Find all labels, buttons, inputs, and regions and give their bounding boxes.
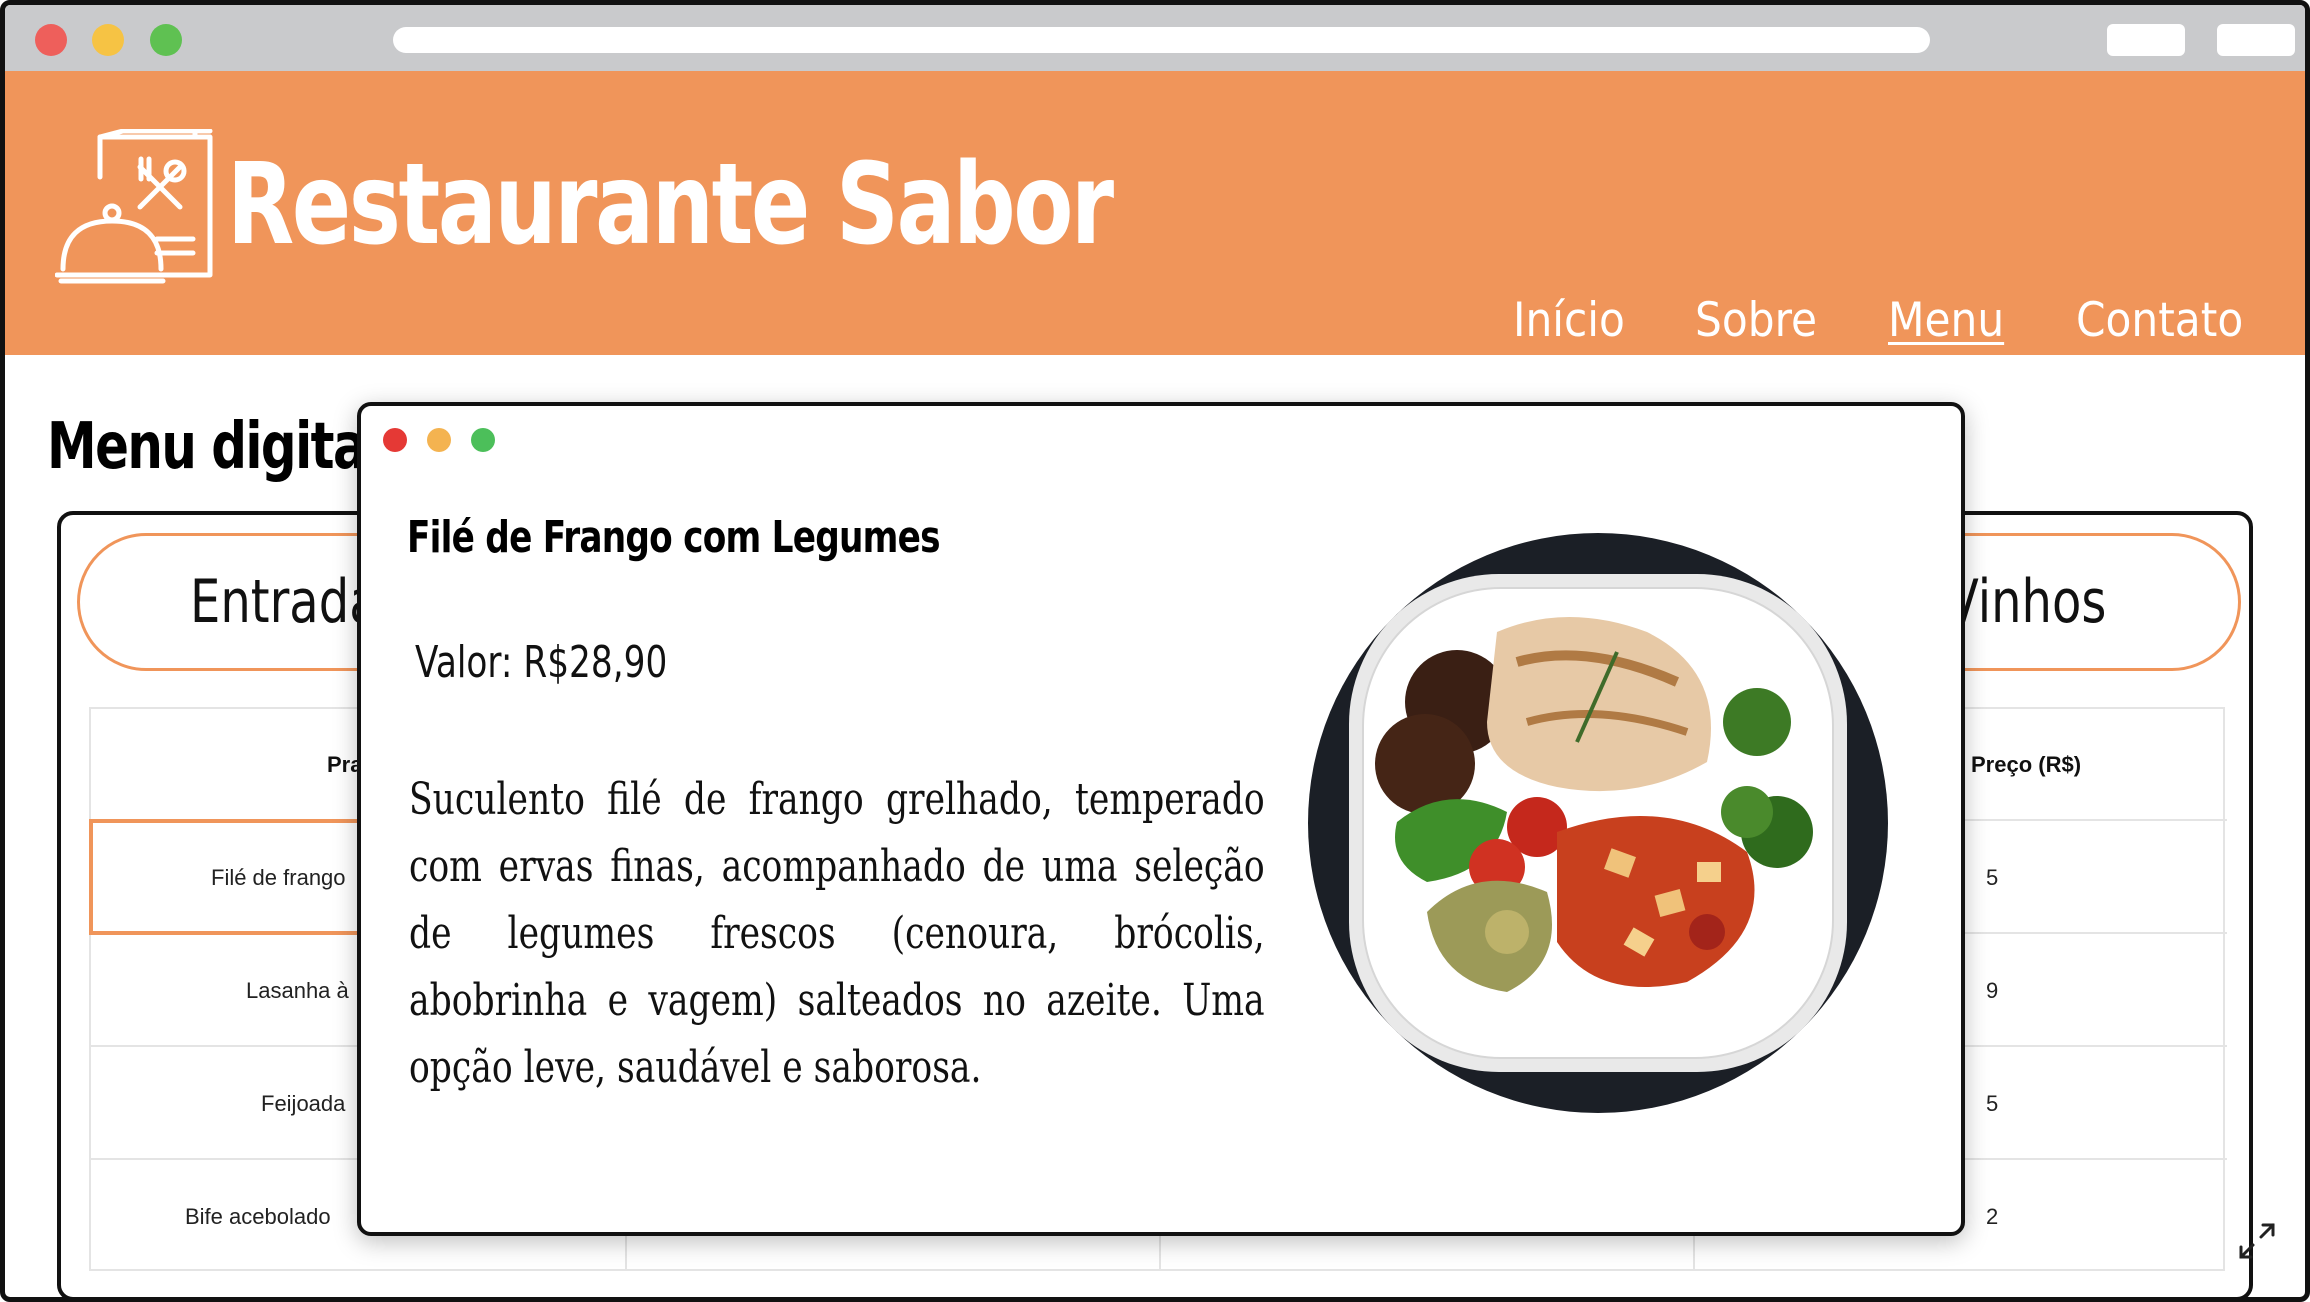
address-bar[interactable] — [393, 27, 1930, 53]
dish-price: 5 — [1986, 1091, 1999, 1116]
minimize-window-button[interactable] — [92, 24, 124, 56]
browser-toolbar — [5, 5, 2305, 71]
dish-price: 5 — [1986, 865, 1999, 890]
dish-name: Lasanha à — [246, 978, 349, 1003]
dish-price: 2 — [1986, 1204, 1999, 1229]
nav-sobre[interactable]: Sobre — [1695, 297, 1817, 344]
dish-title: Filé de Frango com Legumes — [407, 512, 941, 563]
toolbar-button[interactable] — [2217, 24, 2295, 56]
menu-cloche-icon — [55, 129, 213, 284]
dish-price: 9 — [1986, 978, 1999, 1003]
toolbar-button[interactable] — [2107, 24, 2185, 56]
dish-name: Feijoada — [261, 1091, 346, 1116]
modal-minimize-button[interactable] — [427, 428, 451, 452]
dish-description: Suculento filé de frango grelhado, tempe… — [409, 774, 1265, 1093]
browser-window: Restaurante Sabor Início Sobre Menu Cont… — [0, 0, 2310, 1302]
site-header: Restaurante Sabor Início Sobre Menu Cont… — [5, 71, 2305, 355]
close-window-button[interactable] — [35, 24, 67, 56]
maximize-window-button[interactable] — [150, 24, 182, 56]
nav-inicio[interactable]: Início — [1513, 297, 1625, 344]
page-title: Menu digital — [47, 410, 382, 484]
dish-price: Valor: R$28,90 — [415, 637, 668, 688]
food-plate-image — [1308, 533, 1888, 1113]
tab-label: Vinhos — [1946, 567, 2107, 637]
brand-name[interactable]: Restaurante Sabor — [227, 149, 1114, 261]
modal-close-button[interactable] — [383, 428, 407, 452]
modal-maximize-button[interactable] — [471, 428, 495, 452]
dish-detail-modal: Filé de Frango com Legumes Valor: R$28,9… — [357, 402, 1965, 1236]
expand-icon[interactable] — [2237, 1221, 2277, 1261]
dish-name: Bife acebolado — [185, 1204, 331, 1229]
table-header-preco: Preço (R$) — [1971, 752, 2082, 777]
nav-menu[interactable]: Menu — [1888, 297, 2004, 344]
nav-contato[interactable]: Contato — [2076, 297, 2243, 344]
